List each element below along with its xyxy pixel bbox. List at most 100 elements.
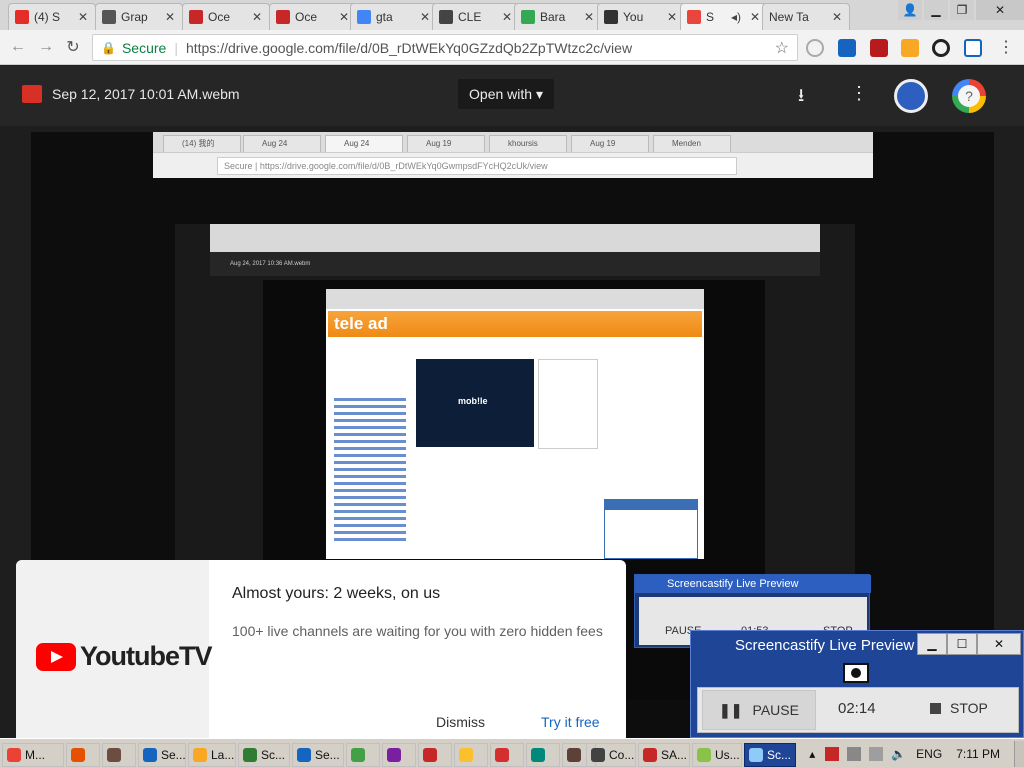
extension-icon[interactable] xyxy=(806,39,824,57)
browser-tab[interactable]: Oce ✕ xyxy=(182,3,270,30)
extension-icon[interactable] xyxy=(870,39,888,57)
recorded-tab: Aug 24 xyxy=(243,135,321,152)
minimize-button[interactable]: ▁ xyxy=(917,633,947,655)
app-icon xyxy=(143,748,157,762)
menu-icon[interactable]: ⋮ xyxy=(996,37,1016,57)
bookmark-star-icon[interactable]: ☆ xyxy=(775,38,789,58)
extension-icon[interactable] xyxy=(932,39,950,57)
recorded-tab: Aug 19 xyxy=(407,135,485,152)
tray-expand-icon[interactable]: ▴ xyxy=(809,747,815,761)
browser-tab[interactable]: You ✕ xyxy=(597,3,685,30)
tray-app-icon[interactable] xyxy=(869,747,884,761)
restore-button[interactable]: ❐ xyxy=(950,0,974,20)
minimize-button[interactable]: ▁ xyxy=(924,0,948,20)
close-tab-icon[interactable]: ✕ xyxy=(748,10,762,24)
stop-button[interactable]: STOP xyxy=(930,700,988,716)
extension-icon[interactable] xyxy=(964,39,982,57)
taskbar-item[interactable] xyxy=(418,743,452,767)
address-bar: ← → ↻ 🔒 Secure | https://drive.google.co… xyxy=(0,30,1024,65)
pause-button[interactable]: ❚❚ PAUSE xyxy=(702,690,816,730)
browser-tab-active[interactable]: S ◂) ✕ xyxy=(680,3,768,30)
app-icon xyxy=(643,748,657,762)
taskbar-item[interactable]: SA... xyxy=(638,743,690,767)
download-icon[interactable]: ⭳ xyxy=(798,83,804,113)
browser-tab[interactable]: Oce ✕ xyxy=(269,3,357,30)
taskbar-item[interactable] xyxy=(490,743,524,767)
taskbar-item[interactable]: M... xyxy=(2,743,64,767)
screencastify-preview: Screencastify Live Preview ▁ ☐ ✕ ❚❚ PAUSE… xyxy=(690,630,1024,738)
forward-icon[interactable]: → xyxy=(36,37,56,57)
show-desktop-button[interactable] xyxy=(1014,741,1024,767)
taskbar-item[interactable]: Se... xyxy=(138,743,186,767)
url-text: https://drive.google.com/file/d/0B_rDtWE… xyxy=(185,39,633,56)
close-window-button[interactable]: ✕ xyxy=(976,0,1024,20)
screencastify-icon xyxy=(749,748,763,762)
browser-tab[interactable]: (4) S ✕ xyxy=(8,3,96,30)
app-icon xyxy=(351,748,365,762)
recorded-webpage: tele ad mob!le xyxy=(326,289,704,559)
close-tab-icon[interactable]: ✕ xyxy=(337,10,351,24)
google-icon xyxy=(357,10,371,24)
promo-headline: Almost yours: 2 weeks, on us xyxy=(232,585,441,602)
browser-tab[interactable]: Bara ✕ xyxy=(514,3,602,30)
recorded-webpage-toolbar xyxy=(326,289,704,309)
open-with-button[interactable]: Open with ▾ xyxy=(458,79,554,109)
taskbar-item[interactable]: Us... xyxy=(692,743,742,767)
close-tab-icon[interactable]: ✕ xyxy=(76,10,90,24)
taskbar-item[interactable]: Co... xyxy=(586,743,636,767)
volume-icon[interactable]: 🔈 xyxy=(891,747,906,761)
tray-app-icon[interactable] xyxy=(825,747,840,761)
taskbar-item-active[interactable]: Sc... xyxy=(744,743,796,767)
taskbar-item[interactable]: Sc... xyxy=(238,743,290,767)
close-tab-icon[interactable]: ✕ xyxy=(582,10,596,24)
close-tab-icon[interactable]: ✕ xyxy=(250,10,264,24)
taskbar-item[interactable] xyxy=(66,743,100,767)
close-tab-icon[interactable]: ✕ xyxy=(500,10,514,24)
clock[interactable]: 7:11 PM xyxy=(956,747,1000,761)
close-tab-icon[interactable]: ✕ xyxy=(830,10,844,24)
browser-tab[interactable]: Grap ✕ xyxy=(95,3,183,30)
profile-icon[interactable]: 👤 xyxy=(898,0,922,20)
site-logo: tele ad xyxy=(334,314,388,333)
taskbar-item[interactable]: Se... xyxy=(292,743,344,767)
site-info-box xyxy=(604,499,698,559)
stop-icon xyxy=(930,702,941,714)
youtube-tv-logo: YoutubeTV xyxy=(36,641,212,672)
taskbar-item[interactable] xyxy=(382,743,416,767)
extension-icon[interactable] xyxy=(838,39,856,57)
help-icon[interactable]: ? xyxy=(952,79,986,113)
reload-icon[interactable]: ↻ xyxy=(63,37,83,57)
recorded-tab: Menden xyxy=(653,135,731,152)
maximize-button[interactable]: ☐ xyxy=(947,633,977,655)
close-button[interactable]: ✕ xyxy=(977,633,1021,655)
taskbar-item[interactable] xyxy=(526,743,560,767)
close-tab-icon[interactable]: ✕ xyxy=(665,10,679,24)
try-it-free-button[interactable]: Try it free xyxy=(541,714,600,730)
maps-icon xyxy=(521,10,535,24)
url-input[interactable]: 🔒 Secure | https://drive.google.com/file… xyxy=(92,34,798,61)
dismiss-button[interactable]: Dismiss xyxy=(436,714,485,730)
taskbar-item[interactable] xyxy=(454,743,488,767)
close-tab-icon[interactable]: ✕ xyxy=(163,10,177,24)
app-icon xyxy=(567,748,581,762)
taskbar-item[interactable] xyxy=(346,743,380,767)
close-tab-icon[interactable]: ✕ xyxy=(418,10,432,24)
back-icon[interactable]: ← xyxy=(8,37,28,57)
secure-label: Secure xyxy=(121,39,167,56)
tab-strip: (4) S ✕ Grap ✕ Oce ✕ Oce ✕ gta ✕ CLE ✕ Bara ✕ Y… xyxy=(0,0,1024,30)
more-options-icon[interactable]: ⋮ xyxy=(850,83,868,104)
extension-icon[interactable] xyxy=(901,39,919,57)
taskbar-item[interactable]: La... xyxy=(188,743,236,767)
system-tray: ▴ 🔈 ENG 7:11 PM xyxy=(809,741,1024,767)
language-indicator[interactable]: ENG xyxy=(916,747,942,761)
browser-tab[interactable]: CLE ✕ xyxy=(432,3,520,30)
avatar[interactable] xyxy=(894,79,928,113)
app-icon xyxy=(107,748,121,762)
browser-tab[interactable]: New Ta ✕ xyxy=(762,3,850,30)
site-info-table xyxy=(538,359,598,449)
browser-tab[interactable]: gta ✕ xyxy=(350,3,438,30)
taskbar-item[interactable] xyxy=(102,743,136,767)
app-icon xyxy=(531,748,545,762)
network-icon[interactable] xyxy=(847,747,862,761)
camera-icon[interactable] xyxy=(843,663,869,683)
